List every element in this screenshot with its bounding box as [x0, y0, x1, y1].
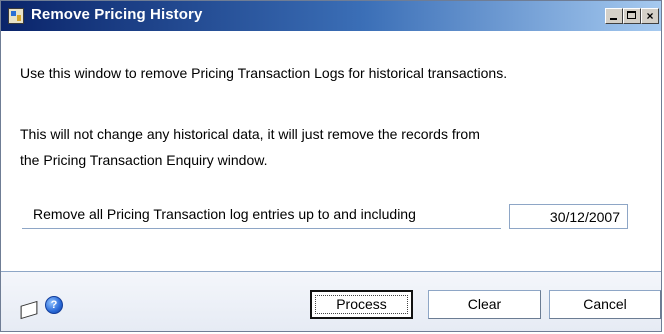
- maximize-icon: [627, 11, 636, 19]
- label-underline: [22, 228, 501, 229]
- app-icon: [8, 8, 24, 24]
- close-button[interactable]: ×: [641, 8, 659, 24]
- note-icon[interactable]: [20, 300, 38, 320]
- note-text-line1: This will not change any historical data…: [20, 126, 480, 142]
- dialog-window: Remove Pricing History × Use this window…: [0, 0, 662, 332]
- process-button[interactable]: Process: [310, 290, 413, 319]
- button-bar: ? Process Clear Cancel: [1, 271, 661, 331]
- title-bar[interactable]: Remove Pricing History ×: [1, 1, 661, 31]
- minimize-icon: [610, 18, 617, 20]
- close-icon: ×: [646, 9, 654, 23]
- cancel-button[interactable]: Cancel: [549, 290, 661, 319]
- date-label: Remove all Pricing Transaction log entri…: [33, 206, 416, 222]
- maximize-button[interactable]: [623, 8, 641, 24]
- date-input[interactable]: [509, 204, 628, 229]
- window-title: Remove Pricing History: [31, 6, 203, 23]
- minimize-button[interactable]: [605, 8, 623, 24]
- clear-button[interactable]: Clear: [428, 290, 541, 319]
- intro-text: Use this window to remove Pricing Transa…: [20, 65, 508, 81]
- help-icon[interactable]: ?: [45, 296, 63, 314]
- cancel-label: Cancel: [583, 296, 627, 312]
- note-text-line2: the Pricing Transaction Enquiry window.: [20, 152, 268, 168]
- focus-outline: [315, 295, 408, 314]
- clear-label: Clear: [467, 296, 502, 312]
